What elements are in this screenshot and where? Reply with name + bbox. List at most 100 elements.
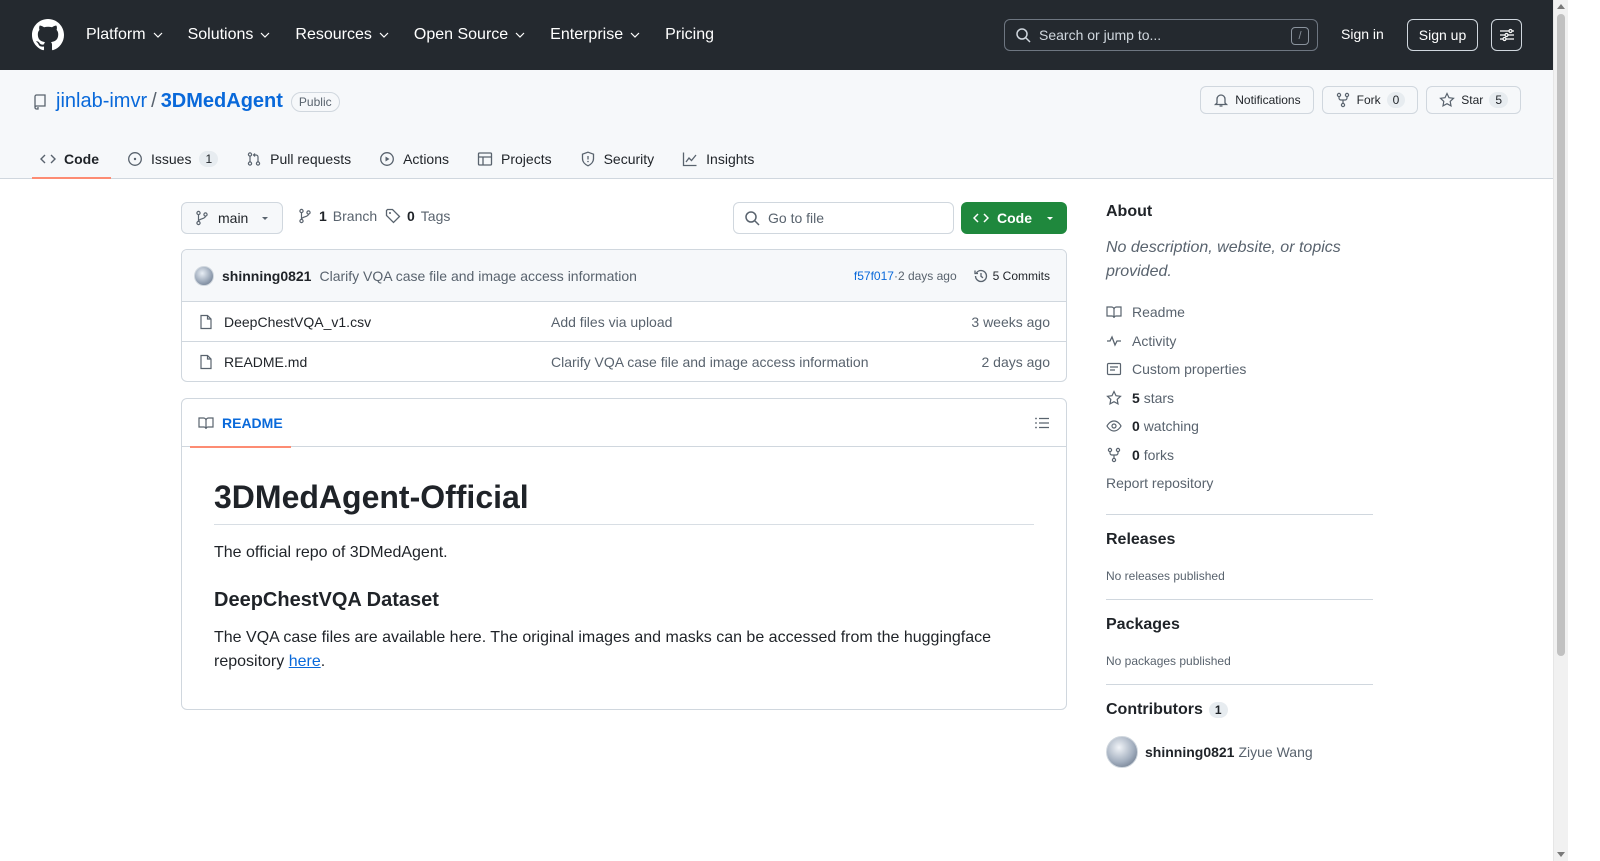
- repo-name-link[interactable]: 3DMedAgent: [161, 90, 283, 113]
- report-repository-link[interactable]: Report repository: [1106, 469, 1373, 498]
- branches-link[interactable]: 1 Branch: [297, 208, 377, 224]
- stars-label: stars: [1143, 389, 1175, 406]
- divider: [1106, 513, 1373, 515]
- file-row[interactable]: README.md Clarify VQA case file and imag…: [182, 342, 1066, 381]
- tab-security[interactable]: Security: [572, 140, 667, 178]
- code-dropdown-button[interactable]: Code: [961, 202, 1067, 234]
- scroll-down-arrow-icon[interactable]: [1557, 852, 1565, 857]
- file-commit-link[interactable]: Add files via upload: [551, 314, 672, 330]
- packages-empty-text: No packages published: [1106, 653, 1231, 668]
- stars-count: 5: [1132, 389, 1140, 406]
- repo-title: jinlab-imvr / 3DMedAgent Public: [32, 90, 340, 113]
- contributors-count: 1: [1208, 701, 1228, 718]
- watchers-link[interactable]: 0 watching: [1106, 412, 1373, 441]
- readme-intro: The official repo of 3DMedAgent.: [214, 544, 448, 561]
- tab-pull-requests[interactable]: Pull requests: [238, 140, 363, 178]
- tab-issues[interactable]: Issues 1: [119, 140, 230, 178]
- star-count: 5: [1489, 92, 1508, 108]
- go-to-file-input[interactable]: Go to file: [733, 202, 954, 234]
- history-icon: [974, 269, 987, 282]
- avatar[interactable]: [1106, 735, 1138, 768]
- scrollbar-thumb[interactable]: [1557, 14, 1565, 656]
- repo-owner-link[interactable]: jinlab-imvr: [56, 90, 147, 113]
- github-logo-icon[interactable]: [32, 19, 86, 51]
- fork-icon: [1336, 92, 1349, 108]
- commits-count: 5 Commits: [992, 268, 1050, 283]
- forks-count: 0: [1132, 446, 1140, 463]
- releases-heading[interactable]: Releases: [1106, 531, 1373, 549]
- tag-count: 0: [407, 208, 415, 224]
- go-to-file-placeholder: Go to file: [768, 210, 825, 226]
- readme-panel: README 3DMedAgent-Official The official …: [181, 398, 1067, 710]
- page-scrollbar[interactable]: [1553, 0, 1568, 861]
- tab-projects[interactable]: Projects: [469, 140, 564, 178]
- nav-pricing[interactable]: Pricing: [665, 26, 714, 44]
- notifications-label: Notifications: [1235, 93, 1301, 107]
- file-date: 2 days ago: [981, 354, 1051, 370]
- huggingface-link[interactable]: here: [289, 653, 321, 670]
- file-row[interactable]: DeepChestVQA_v1.csv Add files via upload…: [182, 302, 1066, 342]
- contributor-name: Ziyue Wang: [1238, 743, 1313, 760]
- sign-in-link[interactable]: Sign in: [1341, 26, 1384, 42]
- star-icon: [1106, 389, 1122, 405]
- nav-resources[interactable]: Resources: [295, 26, 389, 44]
- repo-actions: Notifications Fork 0 Star 5: [1200, 86, 1521, 114]
- packages-heading[interactable]: Packages: [1106, 616, 1373, 634]
- stars-link[interactable]: 5 stars: [1106, 384, 1373, 413]
- contributor-login[interactable]: shinning0821: [1145, 744, 1234, 760]
- repo-separator: /: [151, 90, 157, 112]
- contributor-item[interactable]: shinning0821 Ziyue Wang: [1106, 735, 1373, 768]
- sign-up-button[interactable]: Sign up: [1407, 19, 1478, 51]
- tab-insights[interactable]: Insights: [674, 140, 766, 178]
- search-shortcut-key: /: [1291, 27, 1309, 45]
- global-search-input[interactable]: Search or jump to... /: [1004, 19, 1318, 51]
- file-name-link[interactable]: DeepChestVQA_v1.csv: [224, 314, 371, 330]
- tags-link[interactable]: 0 Tags: [385, 208, 450, 224]
- pull-request-icon: [247, 152, 261, 166]
- outline-icon[interactable]: [1034, 415, 1050, 431]
- tab-actions[interactable]: Actions: [371, 140, 461, 178]
- tab-label: Insights: [706, 151, 755, 167]
- divider: [1106, 683, 1373, 685]
- readme-trailing: .: [320, 653, 326, 670]
- file-commit-link[interactable]: Clarify VQA case file and image access i…: [551, 354, 868, 370]
- contributors-heading[interactable]: Contributors 1: [1106, 701, 1373, 719]
- avatar[interactable]: [194, 265, 214, 286]
- notifications-button[interactable]: Notifications: [1200, 86, 1314, 114]
- fork-button[interactable]: Fork 0: [1321, 86, 1419, 114]
- watching-stat: 0 watching: [1132, 418, 1199, 434]
- repo-icon: [34, 93, 46, 110]
- activity-link-label: Activity: [1132, 332, 1177, 349]
- nav-solutions[interactable]: Solutions: [188, 26, 272, 44]
- readme-link[interactable]: Readme: [1106, 298, 1373, 327]
- search-icon: [1016, 28, 1031, 43]
- tab-code[interactable]: Code: [32, 140, 111, 179]
- header-menu-button[interactable]: [1491, 19, 1522, 51]
- readme-title: 3DMedAgent-Official: [214, 479, 1034, 525]
- nav-enterprise[interactable]: Enterprise: [550, 26, 641, 44]
- commit-author-link[interactable]: shinning0821: [222, 268, 311, 284]
- forks-link[interactable]: 0 forks: [1106, 441, 1373, 470]
- bell-icon: [1214, 94, 1229, 107]
- star-button[interactable]: Star 5: [1426, 86, 1521, 114]
- nav-platform[interactable]: Platform: [86, 26, 164, 44]
- nav-open-source[interactable]: Open Source: [414, 26, 526, 44]
- commits-history-link[interactable]: 5 Commits: [973, 268, 1050, 284]
- activity-link[interactable]: Activity: [1106, 327, 1373, 356]
- tab-label: Issues: [151, 151, 192, 167]
- scroll-up-arrow-icon[interactable]: [1557, 4, 1565, 9]
- tag-icon: [385, 208, 401, 224]
- nav-label: Resources: [295, 26, 372, 43]
- readme-tab[interactable]: README: [190, 399, 291, 448]
- chevron-down-icon: [630, 32, 640, 38]
- branch-count: 1: [319, 208, 327, 224]
- latest-commit-row: shinning0821 Clarify VQA case file and i…: [182, 250, 1066, 302]
- commit-sha-link[interactable]: f57f017: [854, 269, 894, 283]
- readme-section-paragraph: The VQA case files are available here. T…: [214, 626, 1034, 674]
- commit-message-link[interactable]: Clarify VQA case file and image access i…: [319, 268, 636, 284]
- readme-section-title: DeepChestVQA Dataset: [214, 589, 439, 611]
- file-name-link[interactable]: README.md: [224, 354, 307, 370]
- pulse-icon: [1107, 335, 1121, 347]
- branch-select-button[interactable]: main: [181, 202, 283, 234]
- custom-properties-link[interactable]: Custom properties: [1106, 355, 1373, 384]
